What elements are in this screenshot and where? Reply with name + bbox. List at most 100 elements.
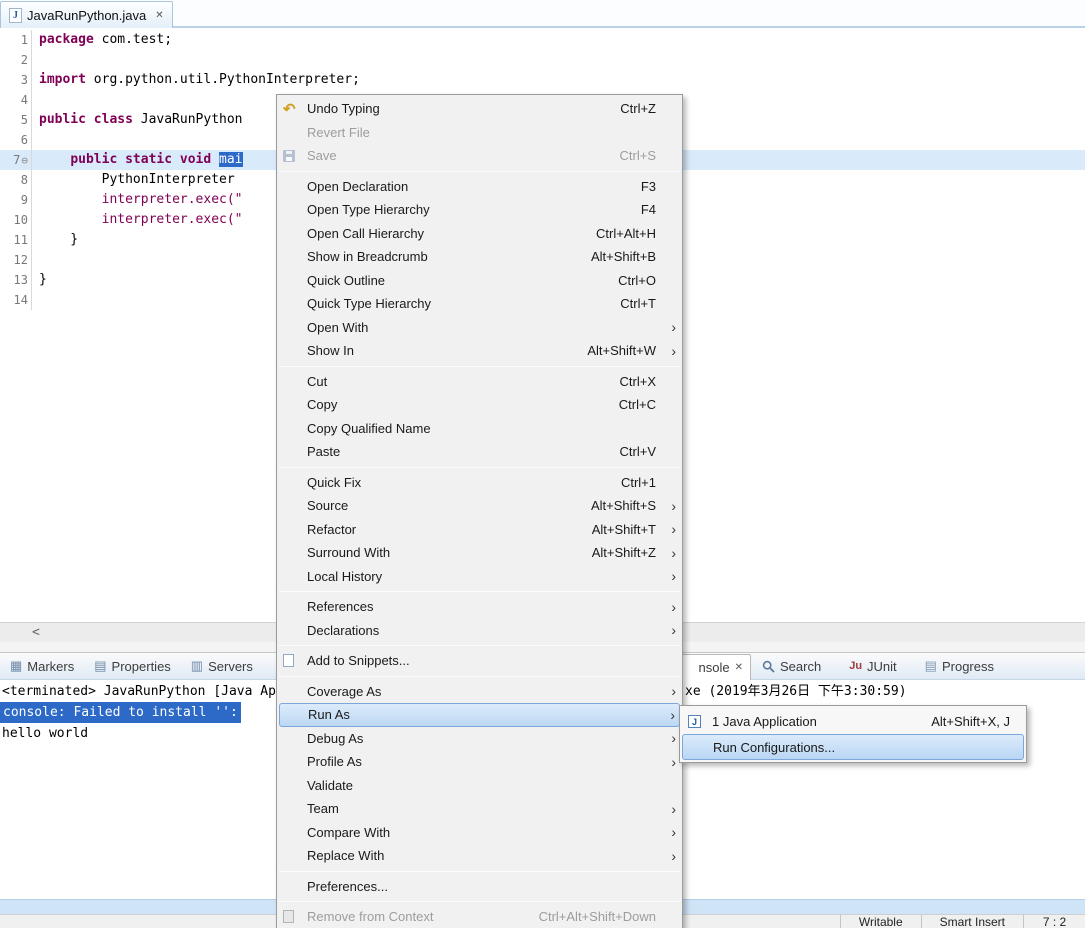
menu-item-run-as[interactable]: Run As ›	[279, 703, 680, 727]
code-text: import org.python.util.PythonInterpreter…	[32, 70, 1085, 90]
menu-item-remove-from-context[interactable]: Remove from ContextCtrl+Alt+Shift+Down	[277, 905, 682, 928]
menu-item-shortcut: Alt+Shift+Z	[592, 545, 656, 560]
menu-item-label: Paste	[307, 444, 340, 459]
submenu-arrow-icon: ›	[664, 343, 676, 359]
menu-separator	[279, 901, 680, 902]
menu-item-open-call-hierarchy[interactable]: Open Call HierarchyCtrl+Alt+H	[277, 222, 682, 246]
tab-search-label: Search	[780, 659, 821, 674]
menu-item-save[interactable]: SaveCtrl+S	[277, 144, 682, 168]
menu-item-validate[interactable]: Validate	[277, 774, 682, 798]
menu-separator	[279, 871, 680, 872]
tab-junit-label: JUnit	[867, 659, 897, 674]
code-line[interactable]: 1package com.test;	[0, 30, 1085, 50]
menu-item-label: Show in Breadcrumb	[307, 249, 428, 264]
submenu-item-run-configurations[interactable]: Run Configurations...	[682, 734, 1024, 760]
scroll-left-arrow-icon[interactable]: <	[32, 625, 40, 640]
menu-separator	[279, 171, 680, 172]
menu-item-label: Revert File	[307, 125, 370, 140]
menu-item-source[interactable]: SourceAlt+Shift+S›	[277, 494, 682, 518]
line-number: 1	[0, 30, 32, 50]
menu-item-compare-with[interactable]: Compare With›	[277, 821, 682, 845]
tab-progress[interactable]: Progress	[915, 653, 1004, 679]
code-segment: package	[39, 32, 94, 47]
tab-close-icon[interactable]: ✕	[155, 10, 163, 21]
menu-separator	[279, 591, 680, 592]
menu-item-label: Quick Fix	[307, 475, 361, 490]
menu-item-label: Run As	[308, 707, 350, 722]
menu-item-preferences[interactable]: Preferences...	[277, 875, 682, 899]
menu-item-team[interactable]: Team ›	[277, 797, 682, 821]
menu-item-open-with[interactable]: Open With›	[277, 316, 682, 340]
save-icon	[283, 150, 295, 162]
code-line[interactable]: 2	[0, 50, 1085, 70]
console-output-line[interactable]: hello world	[2, 723, 88, 744]
code-segment	[39, 152, 70, 167]
menu-separator	[279, 676, 680, 677]
status-writable: Writable	[840, 915, 921, 928]
menu-item-shortcut: Ctrl+X	[620, 374, 656, 389]
menu-item-add-to-snippets[interactable]: Add to Snippets...	[277, 649, 682, 673]
code-segment: PythonInterpreter	[39, 172, 235, 187]
menu-item-shortcut: F3	[641, 179, 656, 194]
menu-item-replace-with[interactable]: Replace With›	[277, 844, 682, 868]
menu-item-quick-type-hierarchy[interactable]: Quick Type Hierarchy Ctrl+T	[277, 292, 682, 316]
menu-item-copy-qualified-name[interactable]: Copy Qualified Name	[277, 417, 682, 441]
menu-item-cut[interactable]: CutCtrl+X	[277, 370, 682, 394]
console-terminated-line[interactable]: <terminated> JavaRunPython [Java Ap	[2, 681, 276, 702]
code-line[interactable]: 3import org.python.util.PythonInterprete…	[0, 70, 1085, 90]
menu-item-shortcut: Ctrl+T	[620, 296, 656, 311]
submenu-arrow-icon: ›	[664, 801, 676, 817]
menu-separator	[279, 366, 680, 367]
code-segment: JavaRunPython	[141, 112, 243, 127]
menu-item-show-in[interactable]: Show InAlt+Shift+W›	[277, 339, 682, 363]
tab-close-icon[interactable]: ✕	[735, 662, 743, 673]
menu-item-label: Coverage As	[307, 684, 381, 699]
menu-item-profile-as[interactable]: Profile As›	[277, 750, 682, 774]
submenu-item-1-java-application[interactable]: 1 Java ApplicationAlt+Shift+X, J	[682, 708, 1024, 734]
menu-item-paste[interactable]: PasteCtrl+V	[277, 440, 682, 464]
console-selected-line[interactable]: console: Failed to install '':	[0, 702, 241, 723]
fold-marker-icon[interactable]: ⊖	[21, 154, 28, 167]
editor-tab[interactable]: J JavaRunPython.java ✕	[0, 1, 173, 28]
menu-item-icon-slot	[283, 150, 307, 162]
menu-item-undo-typing[interactable]: Undo TypingCtrl+Z	[277, 97, 682, 121]
menu-item-label: Declarations	[307, 623, 379, 638]
menu-item-refactor[interactable]: RefactorAlt+Shift+T›	[277, 518, 682, 542]
menu-item-shortcut: Ctrl+O	[618, 273, 656, 288]
menu-item-label: Show In	[307, 343, 354, 358]
menu-item-references[interactable]: References›	[277, 595, 682, 619]
tab-servers[interactable]: Servers	[181, 653, 263, 679]
menu-item-debug-as[interactable]: Debug As›	[277, 727, 682, 751]
menu-item-icon-slot	[283, 100, 307, 118]
menu-item-copy[interactable]: CopyCtrl+C	[277, 393, 682, 417]
code-segment: interpreter.exec("	[102, 212, 243, 227]
menu-item-label: Validate	[307, 778, 353, 793]
menu-item-label: Local History	[307, 569, 382, 584]
menu-item-open-type-hierarchy[interactable]: Open Type HierarchyF4	[277, 198, 682, 222]
line-number: 10	[0, 210, 32, 230]
menu-item-declarations[interactable]: Declarations ›	[277, 619, 682, 643]
menu-item-quick-fix[interactable]: Quick FixCtrl+1	[277, 471, 682, 495]
menu-item-show-in-breadcrumb[interactable]: Show in BreadcrumbAlt+Shift+B	[277, 245, 682, 269]
console-process-info[interactable]: xe (2019年3月26日 下午3:30:59)	[685, 681, 907, 702]
menu-item-coverage-as[interactable]: Coverage As›	[277, 680, 682, 704]
menu-item-local-history[interactable]: Local History›	[277, 565, 682, 589]
menu-item-quick-outline[interactable]: Quick OutlineCtrl+O	[277, 269, 682, 293]
menu-item-label: Quick Type Hierarchy	[307, 296, 431, 311]
line-number: 7⊖	[0, 150, 32, 170]
tab-junit[interactable]: Ju JUnit	[839, 653, 906, 679]
code-segment: org.python.util.PythonInterpreter;	[86, 72, 360, 87]
menu-item-surround-with[interactable]: Surround WithAlt+Shift+Z›	[277, 541, 682, 565]
code-segment	[39, 212, 102, 227]
tab-properties[interactable]: Properties	[84, 653, 181, 679]
tab-search[interactable]: Search	[752, 653, 831, 679]
menu-item-revert-file[interactable]: Revert File	[277, 121, 682, 145]
menu-item-label: Team	[307, 801, 339, 816]
code-segment: public class	[39, 112, 141, 127]
submenu-arrow-icon: ›	[664, 622, 676, 638]
menu-item-shortcut: F4	[641, 202, 656, 217]
tab-markers[interactable]: Markers	[0, 653, 84, 679]
menu-item-icon-slot	[283, 910, 307, 923]
menu-item-open-declaration[interactable]: Open DeclarationF3	[277, 175, 682, 199]
submenu-arrow-icon: ›	[663, 707, 675, 723]
